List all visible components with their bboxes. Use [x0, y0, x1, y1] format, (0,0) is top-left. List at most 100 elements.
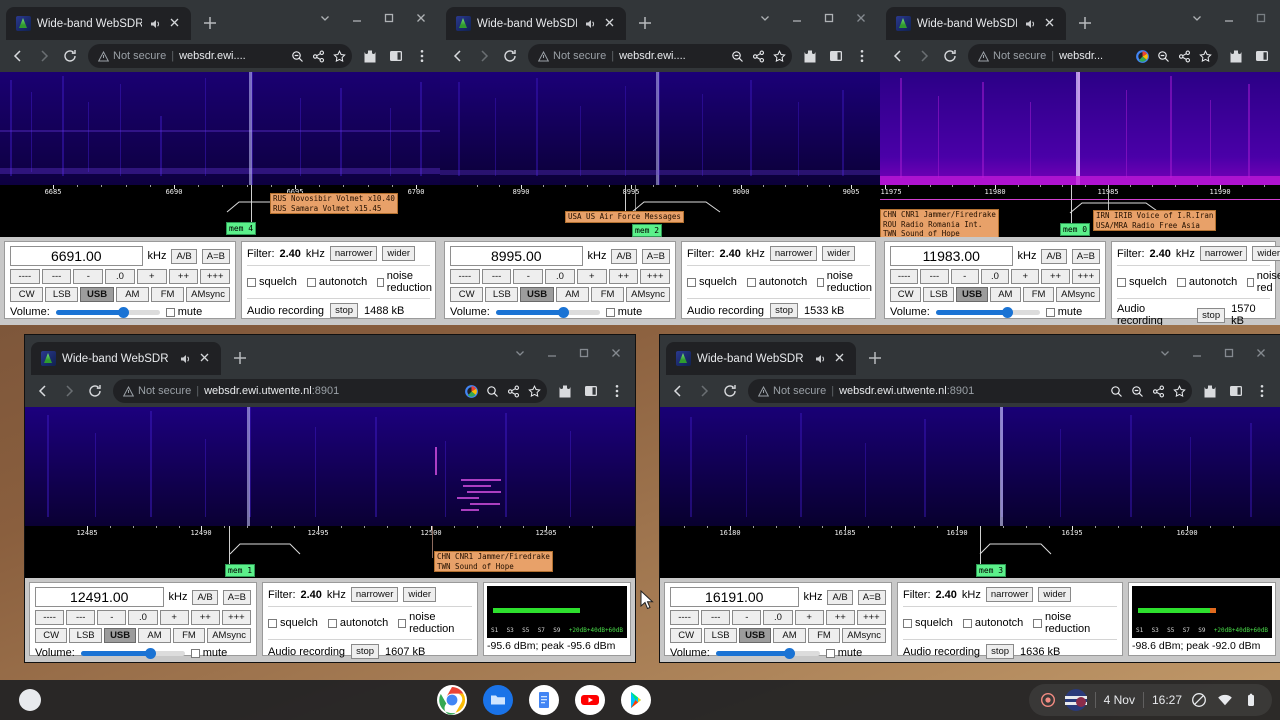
- filter-row[interactable]: Filter: 2.40 kHz narrower wider: [247, 246, 430, 261]
- browser-tab[interactable]: Wide-band WebSDR in Ensc: [666, 342, 856, 375]
- google-lens-icon[interactable]: [1135, 49, 1149, 63]
- maximize-button[interactable]: [569, 339, 599, 367]
- frequency-scale[interactable]: 6685 6690 6695 6700 mem 4 RUS Novosibir …: [0, 185, 440, 237]
- extensions-icon[interactable]: [1198, 379, 1222, 403]
- back-button[interactable]: [6, 44, 30, 68]
- step-buttons[interactable]: ---- --- - .0 + ++ +++: [10, 269, 231, 284]
- step-button[interactable]: ----: [670, 610, 700, 625]
- not-secure-indicator[interactable]: Not secure: [123, 385, 191, 397]
- toolbar[interactable]: Not secure | websdr.ewi.utwente.nl:8901: [25, 375, 635, 407]
- step-button[interactable]: ----: [890, 269, 919, 284]
- browser-tab[interactable]: Wide-band WebSDR in Ensch: [6, 7, 191, 40]
- step-button[interactable]: .0: [545, 269, 575, 284]
- mute-checkbox[interactable]: mute: [165, 306, 202, 318]
- mode-cw[interactable]: CW: [890, 287, 922, 302]
- do-not-disturb-icon[interactable]: [1190, 691, 1208, 709]
- step-button[interactable]: ++: [1041, 269, 1070, 284]
- frequency-scale[interactable]: 12485 12490 12495 12500 12505 mem 1 CHN …: [25, 526, 635, 578]
- forward-button[interactable]: [32, 44, 56, 68]
- waterfall-display[interactable]: [0, 72, 440, 185]
- mode-cw[interactable]: CW: [10, 287, 44, 302]
- mode-am[interactable]: AM: [989, 287, 1021, 302]
- tab-close-icon[interactable]: [1043, 16, 1058, 31]
- youtube-icon[interactable]: [575, 685, 606, 715]
- tab-close-icon[interactable]: [198, 351, 213, 366]
- step-button[interactable]: +++: [221, 610, 251, 625]
- volume-slider[interactable]: [715, 647, 820, 659]
- mode-fm[interactable]: FM: [150, 287, 185, 302]
- tab-search-chevron-down-icon[interactable]: [1182, 4, 1212, 32]
- mode-buttons[interactable]: CW LSB USB AM FM AMsync: [890, 287, 1100, 302]
- mode-buttons[interactable]: CW LSB USB AM FM AMsync: [10, 287, 230, 302]
- forward-button[interactable]: [912, 44, 936, 68]
- tab-audio-playing-icon[interactable]: [813, 352, 827, 366]
- mode-buttons[interactable]: CW LSB USB AM FM AMsync: [450, 287, 670, 302]
- mode-buttons[interactable]: CW LSB USB AM FM AMsync: [35, 628, 251, 643]
- titlebar[interactable]: Wide-band WebSDR in Ensc: [25, 335, 635, 375]
- bookmark-star-icon[interactable]: [332, 49, 346, 63]
- tab-search-chevron-down-icon[interactable]: [750, 4, 780, 32]
- window-controls[interactable]: [1182, 0, 1280, 40]
- step-button[interactable]: +: [576, 269, 607, 284]
- minimize-button[interactable]: [1214, 4, 1244, 32]
- maximize-button[interactable]: [1246, 4, 1276, 32]
- close-button[interactable]: [406, 4, 436, 32]
- step-button[interactable]: ---: [481, 269, 512, 284]
- wider-button[interactable]: wider: [403, 587, 437, 602]
- frequency-input[interactable]: 16191.00: [670, 587, 799, 607]
- zoom-out-icon[interactable]: [1156, 49, 1170, 63]
- minimize-button[interactable]: [782, 4, 812, 32]
- side-panel-icon[interactable]: [384, 44, 408, 68]
- noise-reduction-checkbox[interactable]: noise red: [1247, 270, 1280, 294]
- not-secure-indicator[interactable]: Not secure: [758, 385, 826, 397]
- memory-tag[interactable]: mem 0: [1060, 223, 1091, 236]
- new-tab-button[interactable]: [227, 345, 253, 371]
- launcher-area[interactable]: [0, 689, 60, 711]
- control-panel[interactable]: 12491.00 kHz A/B A=B ---- --- - .0 + ++ …: [25, 578, 635, 662]
- toolbar[interactable]: Not secure | websdr...: [880, 40, 1280, 72]
- stop-recording-button[interactable]: stop: [330, 303, 359, 318]
- mute-checkbox[interactable]: mute: [190, 647, 227, 659]
- mode-fm[interactable]: FM: [172, 628, 206, 643]
- back-button[interactable]: [446, 44, 470, 68]
- back-button[interactable]: [31, 379, 55, 403]
- autonotch-checkbox[interactable]: autonotch: [1176, 276, 1237, 288]
- zoom-out-icon[interactable]: [730, 49, 744, 63]
- ab-button[interactable]: A/B: [827, 589, 853, 605]
- recording-row[interactable]: Audio recording stop 1607 kB: [268, 644, 472, 659]
- control-panel[interactable]: 11983.00 kHz A/B A=B ---- --- - .0 + ++ …: [880, 237, 1280, 325]
- waterfall-display[interactable]: [880, 72, 1280, 185]
- mode-am[interactable]: AM: [138, 628, 171, 643]
- titlebar[interactable]: Wide-band WebSDR in Ensch: [880, 0, 1280, 40]
- a-equals-b-button[interactable]: A=B: [857, 589, 886, 605]
- waterfall-display[interactable]: [440, 72, 880, 185]
- filter-box[interactable]: Filter: 2.40 kHz narrower wider squelch …: [897, 582, 1123, 659]
- filter-box[interactable]: Filter: 2.40 kHz narrower wider squelch …: [1111, 241, 1280, 325]
- not-secure-indicator[interactable]: Not secure: [538, 50, 606, 62]
- step-button[interactable]: ++: [168, 269, 199, 284]
- address-bar[interactable]: Not secure | websdr.ewi.utwente.nl:8901: [748, 379, 1192, 403]
- ab-button[interactable]: A/B: [1041, 248, 1067, 264]
- reload-button[interactable]: [83, 379, 107, 403]
- zoom-out-icon[interactable]: [1130, 384, 1144, 398]
- step-button[interactable]: ++: [190, 610, 220, 625]
- share-icon[interactable]: [1151, 384, 1165, 398]
- mode-fm[interactable]: FM: [807, 628, 841, 643]
- titlebar[interactable]: Wide-band WebSDR in Ensch: [0, 0, 440, 40]
- reload-button[interactable]: [498, 44, 522, 68]
- waterfall-display[interactable]: [660, 407, 1280, 526]
- new-tab-button[interactable]: [197, 10, 223, 36]
- mode-amsync[interactable]: AMsync: [186, 287, 230, 302]
- reload-button[interactable]: [58, 44, 82, 68]
- mode-lsb[interactable]: LSB: [704, 628, 737, 643]
- frequency-row[interactable]: 6691.00 kHz A/B A=B: [10, 246, 230, 266]
- forward-button[interactable]: [692, 379, 716, 403]
- narrower-button[interactable]: narrower: [985, 587, 1034, 602]
- step-buttons[interactable]: ---- --- - .0 + ++ +++: [890, 269, 1100, 284]
- mode-lsb[interactable]: LSB: [923, 287, 955, 302]
- omnibox-icons[interactable]: [730, 49, 786, 63]
- frequency-input[interactable]: 12491.00: [35, 587, 164, 607]
- recording-row[interactable]: Audio recording stop 1533 kB: [687, 303, 870, 318]
- mode-amsync[interactable]: AMsync: [207, 628, 251, 643]
- stop-recording-button[interactable]: stop: [986, 644, 1015, 659]
